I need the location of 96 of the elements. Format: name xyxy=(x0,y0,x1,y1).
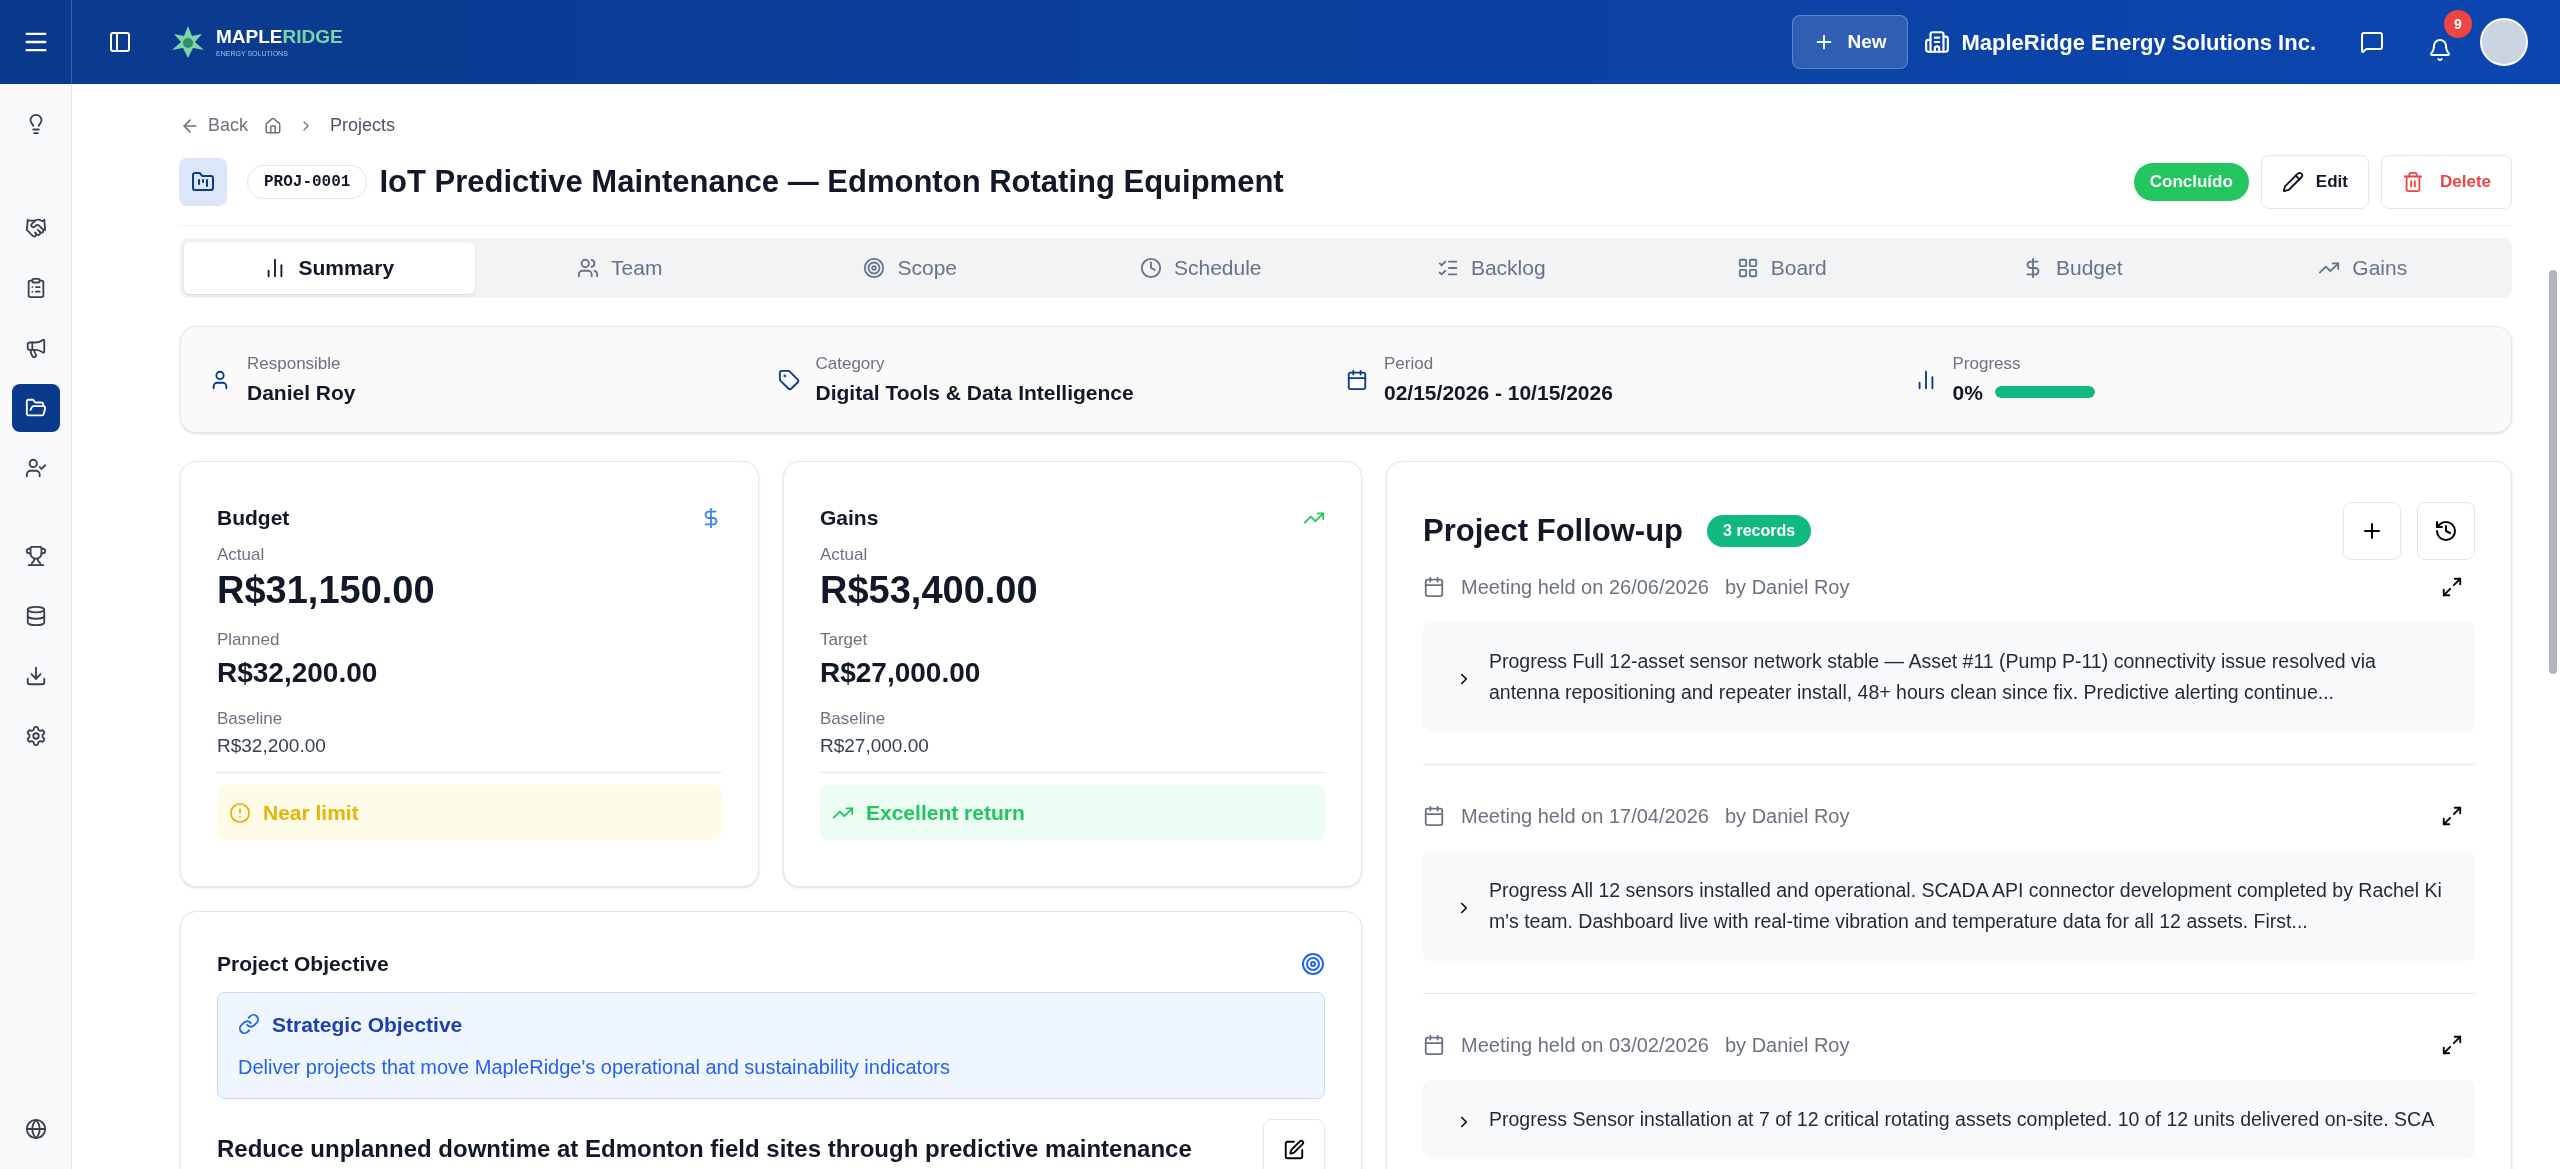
history-icon xyxy=(2434,519,2458,543)
field-label: Target xyxy=(820,628,869,651)
tab[interactable]: Summary xyxy=(184,242,475,294)
download-icon xyxy=(24,665,47,687)
calendar-icon xyxy=(1423,805,1445,827)
field-label: Baseline xyxy=(820,708,887,730)
card-title: Gains xyxy=(820,505,879,531)
history-button[interactable] xyxy=(2417,502,2475,560)
field-label: Actual xyxy=(217,543,266,566)
pencil-icon xyxy=(2281,171,2304,193)
record-text: Progress Sensor installation at 7 of 12 critical rotating assets completed. 10 of 12 units delivered on-site. SCA xyxy=(1489,1107,2435,1132)
tab[interactable]: Team xyxy=(474,242,765,294)
actual-amount: R$53,400.00 xyxy=(820,568,1039,613)
card-title: Project Follow-up xyxy=(1423,511,1684,550)
count-badge: 3 records xyxy=(1707,515,1812,547)
globe-icon xyxy=(24,1118,47,1140)
info-value: 0% xyxy=(1952,379,1983,406)
record-text: Progress All 12 sensors installed and operational. SCADA API connector development completed by Rachel Ki m's team. Dashboard live with real-time vibration and temperature data for all 12 assets. First... xyxy=(1489,878,2443,934)
users-icon xyxy=(577,257,600,279)
chat-icon xyxy=(2360,30,2384,54)
building-icon xyxy=(1923,29,1950,55)
amount-value: R$32,200.00 xyxy=(217,733,327,758)
edit-objective-button[interactable] xyxy=(1263,1119,1325,1169)
tag-icon xyxy=(777,368,800,391)
settings-icon xyxy=(24,725,47,747)
breadcrumb-current: Projects xyxy=(330,114,396,137)
user-check-icon xyxy=(24,457,47,479)
tab[interactable]: Budget xyxy=(1927,242,2218,294)
edit-icon xyxy=(1283,1139,1305,1161)
delete-button[interactable]: Delete xyxy=(2380,155,2512,209)
grid-icon xyxy=(1736,257,1759,279)
card-title: Budget xyxy=(217,505,290,531)
panel-title: Strategic Objective xyxy=(272,1011,463,1038)
status-badge: Concluído xyxy=(2133,163,2249,201)
tab[interactable]: Gains xyxy=(2217,242,2508,294)
info-value: Daniel Roy xyxy=(247,379,356,406)
target-icon xyxy=(1301,951,1325,976)
meeting-author: by Daniel Roy xyxy=(1725,1033,1850,1058)
field-label: Planned xyxy=(217,628,281,651)
amount-value: R$27,000.00 xyxy=(820,656,982,690)
field-label: Actual xyxy=(820,543,869,566)
field-label: Baseline xyxy=(217,708,284,730)
project-title: IoT Predictive Maintenance — Edmonton Rotating Equipment xyxy=(379,162,1284,201)
meeting-author: by Daniel Roy xyxy=(1725,804,1850,829)
sidebar-item[interactable] xyxy=(11,384,60,432)
link-icon xyxy=(238,1013,260,1036)
tab[interactable]: Scope xyxy=(765,242,1056,294)
handshake-icon xyxy=(24,217,47,239)
notification-badge: 9 xyxy=(2444,10,2472,38)
info-value: Digital Tools & Data Intelligence xyxy=(815,379,1134,406)
calendar-icon xyxy=(1423,1034,1445,1056)
avatar[interactable] xyxy=(2480,18,2528,66)
info-label: Category xyxy=(815,353,886,375)
calendar-icon xyxy=(1423,576,1445,598)
company-name: MapleRidge Energy Solutions Inc. xyxy=(1961,28,2316,57)
info-label: Period xyxy=(1384,353,1435,375)
meeting-author: by Daniel Roy xyxy=(1725,575,1850,600)
record-text: Progress Full 12-asset sensor network stable — Asset #11 (Pump P-11) connectivity issue resolved via antenna repositioning and repeater install, 48+ hours clean since fix. Predictive alerting continue... xyxy=(1489,649,2377,705)
megaphone-icon xyxy=(24,337,47,359)
folder-icon xyxy=(24,397,47,419)
card-title: Project Objective xyxy=(217,951,389,977)
edit-button[interactable]: Edit xyxy=(2260,155,2369,209)
objective-statement: Reduce unplanned downtime at Edmonton field sites through predictive maintenance xyxy=(217,1134,1192,1164)
info-label: Responsible xyxy=(247,353,342,375)
expand-icon xyxy=(2441,1034,2463,1056)
trophy-icon xyxy=(24,545,47,567)
logo-wordmark: MAPLERIDGE xyxy=(216,27,343,46)
amount-value: R$32,200.00 xyxy=(217,656,379,690)
alert-icon xyxy=(229,801,251,824)
notifications-button[interactable] xyxy=(2428,38,2452,62)
new-button[interactable]: New xyxy=(1792,15,1908,69)
clock-icon xyxy=(1139,257,1162,279)
database-icon xyxy=(24,605,47,627)
folder-chart-icon xyxy=(191,170,215,194)
expand-icon xyxy=(2441,805,2463,827)
info-label: Progress xyxy=(1952,353,2022,375)
trash-icon xyxy=(2401,171,2424,193)
bell-icon xyxy=(2428,38,2452,62)
calendar-icon xyxy=(1346,368,1368,391)
tab[interactable]: Board xyxy=(1636,242,1927,294)
amount-value: R$27,000.00 xyxy=(820,733,930,758)
expand-icon xyxy=(2441,576,2463,598)
status-text: Excellent return xyxy=(866,799,1025,826)
panel-text: Deliver projects that move MapleRidge's operational and sustainability indicators xyxy=(238,1055,951,1080)
tab[interactable]: Schedule xyxy=(1055,242,1346,294)
tab[interactable]: Backlog xyxy=(1346,242,1637,294)
home-icon[interactable] xyxy=(264,116,283,135)
meeting-date: Meeting held on 03/02/2026 xyxy=(1461,1033,1709,1058)
status-text: Near limit xyxy=(263,799,359,826)
target-icon xyxy=(863,257,886,279)
panel-icon xyxy=(108,30,132,54)
meeting-date: Meeting held on 26/06/2026 xyxy=(1461,575,1709,600)
actual-amount: R$31,150.00 xyxy=(217,568,436,613)
back-link[interactable]: Back xyxy=(180,112,249,139)
meeting-date: Meeting held on 17/04/2026 xyxy=(1461,804,1709,829)
info-value: 02/15/2026 - 10/15/2026 xyxy=(1384,379,1613,406)
